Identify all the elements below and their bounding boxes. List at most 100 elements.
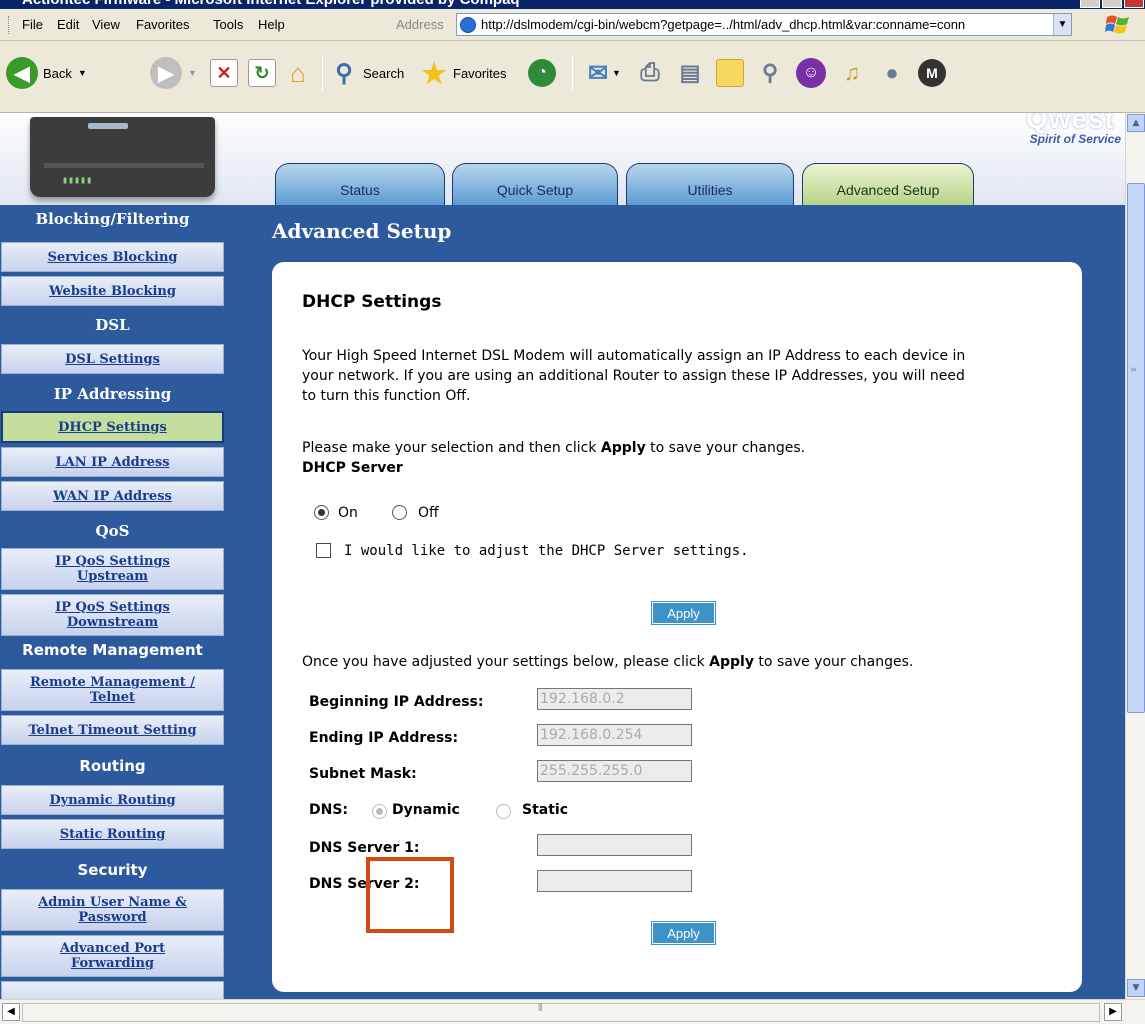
forward-button[interactable]: ▶ ▼ [150,55,197,91]
subnet-mask-field[interactable]: 255.255.255.0 [537,760,692,782]
modem-strip [44,163,204,168]
back-button[interactable]: ◀ Back ▼ [6,55,87,91]
nav-item-partial[interactable] [1,981,224,999]
print-button[interactable]: ⎙ [636,55,664,91]
nav-website-blocking[interactable]: Website Blocking [1,276,224,306]
vertical-scroll-thumb[interactable] [1127,183,1145,713]
apply-button[interactable]: Apply [651,601,716,625]
edit-icon: ▤ [679,60,701,85]
back-label: Back [43,65,72,81]
nav-dsl-settings[interactable]: DSL Settings [1,344,224,374]
dhcp-on-radio[interactable] [314,505,329,520]
address-label: Address [396,17,444,32]
tab-utilities[interactable]: Utilities [626,163,794,205]
menu-tools[interactable]: Tools [213,17,243,32]
menu-favorites[interactable]: Favorites [136,17,189,32]
nav-header-ip-addressing: IP Addressing [53,385,172,403]
nav-ip-qos-downstream[interactable]: IP QoS Settings Downstream [1,594,224,636]
maximize-button[interactable] [1102,0,1122,8]
windows-logo-icon [1105,15,1129,34]
tab-utilities-label: Utilities [687,182,733,198]
toolbar-separator [572,55,573,91]
vertical-scrollbar[interactable]: ▲ ≡ ▼ [1125,113,1145,999]
back-dropdown-icon[interactable]: ▼ [78,68,87,78]
minimize-button[interactable] [1080,0,1100,8]
apply-button-2[interactable]: Apply [651,921,716,945]
nav-header-remote-management: Remote Management [22,641,203,659]
begin-ip-field[interactable]: 192.168.0.2 [537,688,692,710]
adjusted-instruction-post: to save your changes. [753,654,914,670]
dns-dynamic-radio[interactable] [372,804,387,819]
messenger-button[interactable]: ☺ [796,55,826,91]
modem-image: ▮▮▮▮▮ [30,117,215,197]
nav-services-blocking[interactable]: Services Blocking [1,242,224,272]
refresh-button[interactable]: ↻ [248,55,276,91]
nav-static-routing[interactable]: Static Routing [1,819,224,849]
tab-status-label: Status [340,182,380,198]
dns-static-radio[interactable] [496,804,511,819]
intro-line-1: Your High Speed Internet DSL Modem will … [302,348,966,364]
search-button[interactable]: ⚲ Search [330,55,404,91]
modem-leds: ▮▮▮▮▮ [62,175,93,186]
media-button[interactable]: ♫ [838,55,866,91]
scroll-right-icon[interactable]: ▶ [1104,1003,1122,1021]
adjust-dhcp-checkbox[interactable] [316,543,331,558]
nav-lan-ip-address[interactable]: LAN IP Address [1,447,224,477]
nav-admin-user-password[interactable]: Admin User Name & Password [1,889,224,931]
mail-button[interactable]: ✉ ▼ [584,55,621,91]
scroll-down-icon[interactable]: ▼ [1127,979,1145,997]
scroll-left-icon[interactable]: ◀ [2,1003,20,1021]
edit-button[interactable]: ▤ [676,55,704,91]
dns-label: DNS: [309,802,349,818]
stop-button[interactable]: ✕ [210,55,238,91]
print-icon: ⎙ [640,59,660,86]
end-ip-field[interactable]: 192.168.0.254 [537,724,692,746]
tab-status[interactable]: Status [275,163,445,205]
nav-wan-ip-address[interactable]: WAN IP Address [1,481,224,511]
tab-quick-setup[interactable]: Quick Setup [452,163,618,205]
highlight-box [366,857,454,933]
address-url[interactable]: http://dslmodem/cgi-bin/webcm?getpage=..… [481,17,1041,32]
history-button[interactable]: ◔ [528,55,556,91]
select-instruction-bold: Apply [600,440,646,456]
history-icon: ◔ [528,59,556,87]
address-dropdown-icon[interactable]: ▼ [1053,14,1071,35]
horizontal-scrollbar[interactable]: ◀ ⦀ ▶ [0,999,1145,1024]
research-button[interactable]: ⚲ [756,55,784,91]
end-ip-label: Ending IP Address: [309,730,459,746]
scroll-up-icon[interactable]: ▲ [1127,114,1145,132]
extra-button[interactable]: M [918,55,946,91]
subnet-mask-label: Subnet Mask: [309,766,417,782]
horizontal-scroll-thumb[interactable] [22,1003,1100,1022]
favorites-star-icon: ★ [421,57,447,89]
nav-dhcp-settings[interactable]: DHCP Settings [1,411,224,443]
dns-server-2-field[interactable] [537,870,692,892]
home-button[interactable]: ⌂ [284,55,312,91]
left-nav: Blocking/Filtering Services Blocking Web… [0,205,225,999]
chat-button[interactable]: ● [878,55,906,91]
nav-remote-management-telnet[interactable]: Remote Management / Telnet [1,669,224,711]
tab-advanced-setup[interactable]: Advanced Setup [802,163,974,205]
dns-server-1-field[interactable] [537,834,692,856]
adjusted-instruction-bold: Apply [709,654,754,670]
nav-header-routing: Routing [79,757,146,775]
nav-advanced-port-forwarding[interactable]: Advanced Port Forwarding [1,935,224,977]
close-window-button[interactable] [1124,0,1144,8]
menu-view[interactable]: View [92,17,120,32]
nav-ip-qos-upstream[interactable]: IP QoS Settings Upstream [1,548,224,590]
menu-edit[interactable]: Edit [57,17,79,32]
m-logo-icon: M [918,59,946,87]
dhcp-server-label: DHCP Server [302,460,403,476]
dhcp-off-radio[interactable] [392,505,407,520]
nav-telnet-timeout[interactable]: Telnet Timeout Setting [1,715,224,745]
favorites-button[interactable]: ★ Favorites [420,55,506,91]
discuss-button[interactable] [716,55,744,91]
mail-dropdown-icon[interactable]: ▼ [612,68,621,78]
nav-dynamic-routing[interactable]: Dynamic Routing [1,785,224,815]
menu-file[interactable]: File [22,17,43,32]
menu-help[interactable]: Help [258,17,285,32]
tab-advanced-setup-label: Advanced Setup [836,182,940,198]
forward-dropdown-icon[interactable]: ▼ [188,68,197,78]
stop-icon: ✕ [210,59,238,87]
address-bar[interactable]: http://dslmodem/cgi-bin/webcm?getpage=..… [456,13,1072,36]
